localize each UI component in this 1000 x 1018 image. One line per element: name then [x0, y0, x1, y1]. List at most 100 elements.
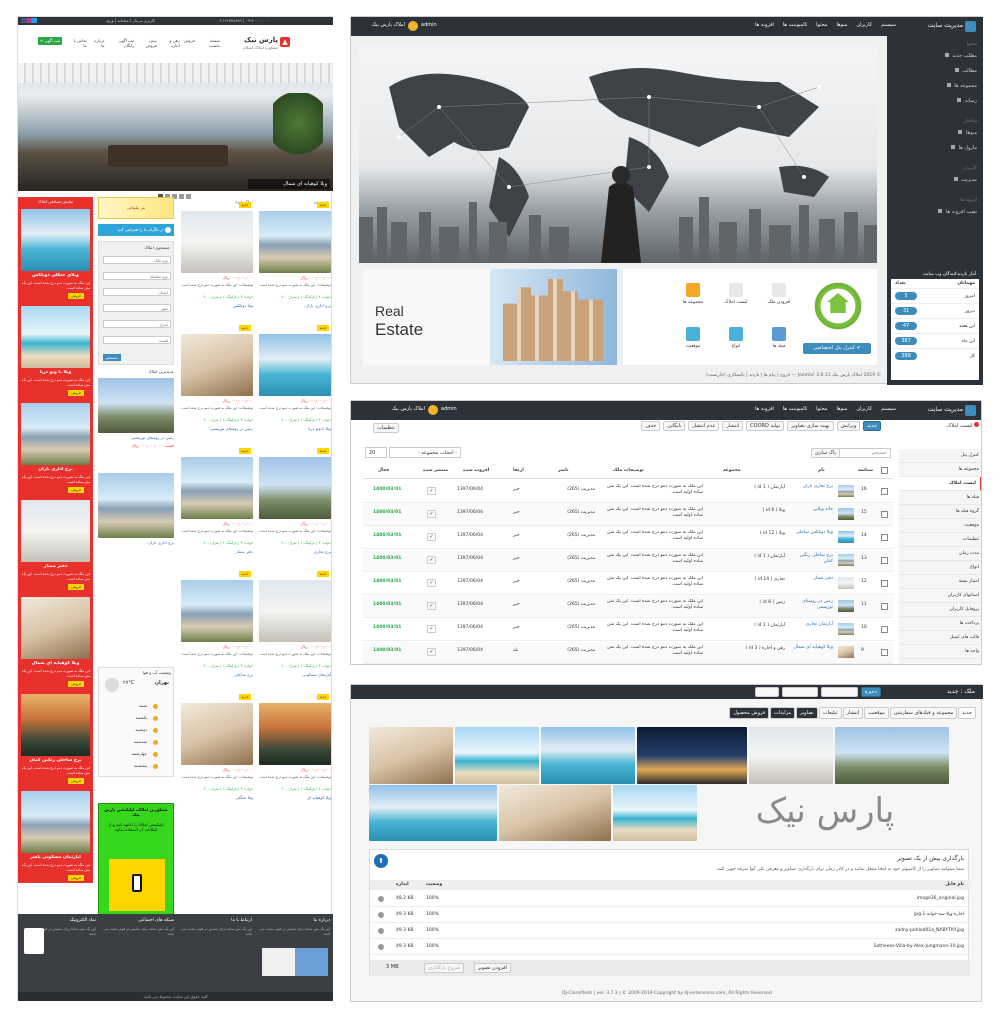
admin2-sidebar-item[interactable]: مدت زمان	[899, 547, 981, 561]
collection-select[interactable]: - انتخاب مجموعه -	[389, 447, 461, 458]
row-checkbox[interactable]	[881, 626, 888, 633]
admin2-sidebar-item[interactable]: واحد ها	[899, 645, 981, 659]
admin2-sidebar-item[interactable]: امتیاز بسته	[899, 575, 981, 589]
admin2-site-link[interactable]: املاک پارس نیک	[371, 406, 425, 412]
table-header[interactable]: افزوده شده	[463, 468, 489, 473]
row-thumb[interactable]	[838, 531, 854, 543]
nav-contact[interactable]: تماس با ما	[70, 38, 87, 48]
featured-title[interactable]: دفتر ممتاز	[21, 564, 90, 569]
row-thumb[interactable]	[838, 485, 854, 497]
table-header[interactable]: ارتقا	[513, 468, 524, 473]
row-checkbox[interactable]	[881, 603, 888, 610]
listing-image[interactable]	[181, 334, 253, 396]
gallery-photo[interactable]	[499, 785, 611, 841]
table-header[interactable]: توضیحات ملک	[613, 468, 644, 473]
listing-title[interactable]: دفتر ممتاز	[181, 549, 253, 554]
admin2-sidebar-item[interactable]: کنترل پنل	[899, 449, 981, 463]
sidebar-item[interactable]: نصب افزونه ها	[891, 209, 977, 215]
table-row[interactable]: 10 آپارتمان تجاری آپارتمان ( id 1 ) این …	[363, 619, 893, 641]
row-thumb[interactable]	[838, 600, 854, 612]
sidebar-item[interactable]: مدیریت	[891, 177, 977, 183]
row-published-check-icon[interactable]: ✓	[427, 487, 436, 495]
admin-user[interactable]: admin	[421, 22, 437, 28]
featured-title[interactable]: ویلای جنگلی دوبلکس	[21, 273, 90, 278]
nav-presale[interactable]: پیش فروش	[138, 38, 157, 48]
nav-home[interactable]: صفحه نخست	[199, 38, 220, 48]
row-thumb[interactable]	[838, 646, 854, 658]
gallery-photo[interactable]	[455, 727, 539, 784]
row-published-check-icon[interactable]: ✓	[427, 556, 436, 564]
sidebar-item[interactable]: مجموعه ها	[891, 83, 977, 89]
clear-button[interactable]: پاک سازی	[811, 448, 841, 458]
listing-image[interactable]	[259, 457, 331, 519]
admin-logo-icon[interactable]	[965, 21, 976, 32]
row-checkbox[interactable]	[881, 511, 888, 518]
featured-image[interactable]	[21, 209, 90, 271]
save-new-button[interactable]: ذخیره و جدید	[782, 687, 818, 697]
admin2-sidebar-item[interactable]: قالب های ایمیل	[899, 631, 981, 645]
row-thumb[interactable]	[838, 577, 854, 589]
gallery-photo[interactable]	[369, 785, 497, 841]
row-thumb[interactable]	[838, 623, 854, 635]
dashboard-tile[interactable]: موقعیت	[675, 327, 711, 361]
remove-icon[interactable]	[378, 944, 384, 950]
menu-users[interactable]: کاربران	[856, 22, 872, 28]
site-logo-icon[interactable]: ▲	[280, 37, 290, 47]
sidebar-item[interactable]: منوها	[891, 130, 977, 136]
table-row[interactable]: 16 برج تجاری باران آپارتمان ( id 1 ) این…	[363, 481, 893, 503]
listing-image[interactable]	[259, 580, 331, 642]
cpanel-button[interactable]: ✔ کنترل پنل اختصاصی	[803, 343, 871, 354]
new-button[interactable]: جدید	[863, 421, 881, 431]
admin2-sidebar-item[interactable]: استانهای کاربران	[899, 589, 981, 603]
remove-icon[interactable]	[378, 928, 384, 934]
gallery-photo[interactable]	[369, 727, 453, 784]
row-published-check-icon[interactable]: ✓	[427, 510, 436, 518]
featured-image[interactable]	[21, 694, 90, 756]
row-published-check-icon[interactable]: ✓	[427, 533, 436, 541]
sidebar-item[interactable]: رسانه	[891, 98, 977, 104]
admin2-sidebar-item[interactable]: انواع	[899, 561, 981, 575]
side-listing-image[interactable]	[98, 473, 174, 538]
search-field[interactable]: نوع ملک	[103, 256, 171, 264]
listing-title[interactable]: آپارتمان مسکونی	[259, 672, 331, 677]
menu-system[interactable]: سیستم	[881, 22, 896, 28]
table-header[interactable]: شناسه	[858, 468, 873, 473]
row-thumb[interactable]	[838, 508, 854, 520]
featured-image[interactable]	[21, 306, 90, 368]
admin2-sidebar-item[interactable]: فیلد ها	[899, 491, 981, 505]
table-header[interactable]: منتشر شده	[423, 468, 448, 473]
nav-sale[interactable]: فروش	[184, 38, 195, 46]
admin2-logo-icon[interactable]	[965, 405, 976, 416]
row-published-check-icon[interactable]: ✓	[427, 602, 436, 610]
row-published-check-icon[interactable]: ✓	[427, 648, 436, 656]
delete-button[interactable]: حذف	[641, 421, 661, 431]
menu-components[interactable]: کامپوننت ها	[783, 22, 807, 28]
row-name[interactable]: ویلا دوبلکس ساحلی	[793, 530, 833, 536]
listing-image[interactable]	[181, 580, 253, 642]
side-listing-title[interactable]: زمین در روستای توریستی	[98, 435, 174, 440]
row-name[interactable]: برج تجاری باران	[793, 484, 833, 490]
table-row[interactable]: 14 ویلا دوبلکس ساحلی ویلا ( id 12 ) این …	[363, 527, 893, 549]
archive-button[interactable]: بایگانی	[663, 421, 686, 431]
dashboard-tile[interactable]: لیست املاک	[718, 283, 754, 317]
publish-button[interactable]: انتشار	[722, 421, 744, 431]
dashboard-tile[interactable]: افزودن ملک	[761, 283, 797, 317]
search-field[interactable]: نوع معامله	[103, 272, 171, 280]
listing-title[interactable]: برج ساحلی	[181, 672, 253, 677]
limit-select[interactable]: 20	[365, 447, 387, 458]
listing-image[interactable]	[259, 334, 331, 396]
listing-title[interactable]: برج اداری باران	[259, 303, 331, 308]
admin2-sidebar-item[interactable]: گروه فیلد ها	[899, 505, 981, 519]
side-listing-title[interactable]: برج اداری باران	[98, 540, 174, 545]
admin2-user[interactable]: admin	[441, 406, 457, 412]
sidebar-item[interactable]: ماژول ها	[891, 145, 977, 151]
listing-title[interactable]: برج تجاری	[259, 549, 331, 554]
menu-extensions[interactable]: افزونه ها	[755, 22, 774, 28]
user-avatar[interactable]	[408, 21, 418, 31]
table-row[interactable]: 11 زمین در روستای توریستی زمین ( id 8 ) …	[363, 596, 893, 618]
featured-image[interactable]	[21, 597, 90, 659]
featured-title[interactable]: ویلا با ویو دریا	[21, 370, 90, 375]
coord-button[interactable]: تولید COORD	[746, 421, 785, 431]
table-row[interactable]: 13 برج ساحلی رنگین کمان آپارتمان ( id 1 …	[363, 550, 893, 572]
row-published-check-icon[interactable]: ✓	[427, 579, 436, 587]
